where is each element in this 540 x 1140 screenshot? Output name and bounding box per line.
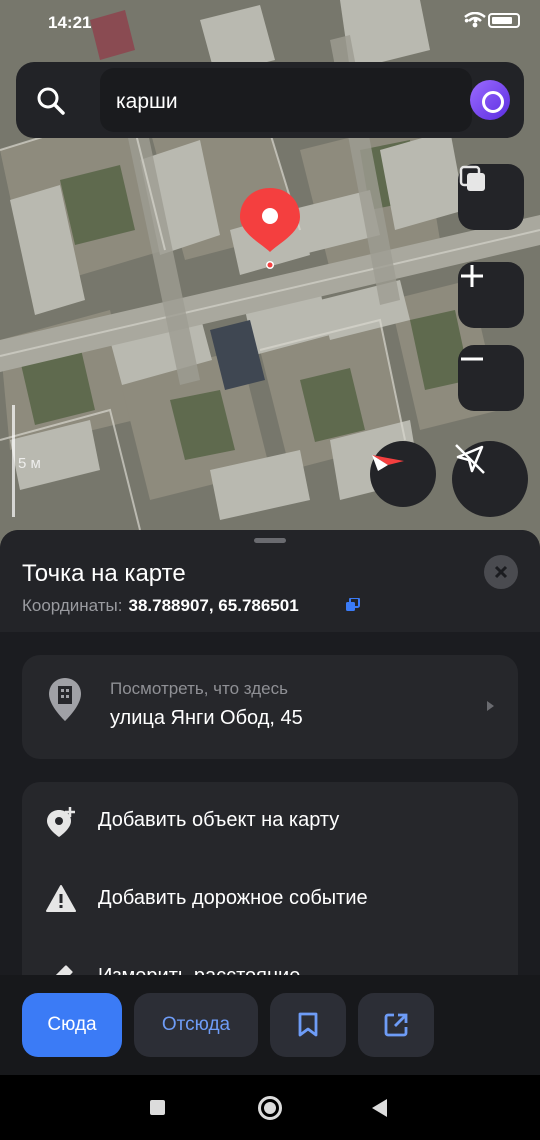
- coordinates-value[interactable]: 38.788907, 65.786501: [129, 596, 299, 615]
- plus-icon: [461, 265, 483, 287]
- bookmark-icon: [298, 1012, 318, 1037]
- location-disabled-icon: [455, 444, 485, 474]
- map-pin-icon: [240, 188, 300, 269]
- address-text: улица Янги Обод, 45: [110, 707, 303, 729]
- add-place-icon: [47, 807, 75, 837]
- status-bar: 14:21 • •: [0, 0, 540, 44]
- add-road-event-action[interactable]: Добавить дорожное событие: [22, 860, 518, 938]
- actions-card: Добавить объект на карту Добавить дорожн…: [22, 782, 518, 980]
- whats-here-card[interactable]: Посмотреть, что здесь улица Янги Обод, 4…: [22, 655, 518, 759]
- road-event-warning-icon: [46, 885, 76, 912]
- close-button[interactable]: [484, 555, 518, 589]
- wifi-icon: [464, 12, 487, 28]
- whats-here-label: Посмотреть, что здесь: [110, 679, 288, 698]
- compass-icon: [372, 455, 404, 471]
- system-nav-bar: [0, 1075, 540, 1140]
- action-label: Добавить дорожное событие: [98, 887, 368, 909]
- add-object-action[interactable]: Добавить объект на карту: [22, 782, 518, 860]
- route-here-button[interactable]: Сюда: [22, 993, 122, 1057]
- compass-button[interactable]: [370, 441, 436, 507]
- search-icon[interactable]: [36, 86, 66, 116]
- building-pin-icon: [49, 678, 81, 721]
- route-from-button[interactable]: Отсюда: [134, 993, 258, 1057]
- alice-assistant-icon[interactable]: [470, 80, 510, 120]
- home-button[interactable]: [258, 1096, 282, 1120]
- minus-icon: [461, 357, 483, 361]
- recent-apps-button[interactable]: [150, 1100, 165, 1115]
- share-icon: [384, 1013, 408, 1037]
- status-time: 14:21: [48, 13, 92, 32]
- measure-distance-action[interactable]: Измерить расстояние: [22, 938, 518, 980]
- status-icons: • •: [464, 12, 520, 28]
- copy-icon[interactable]: [346, 598, 360, 612]
- coordinates: Координаты: 38.788907, 65.786501: [22, 596, 299, 616]
- sheet-header: Точка на карте Координаты: 38.788907, 65.…: [0, 530, 540, 632]
- search-input[interactable]: карши: [100, 68, 472, 132]
- bottom-action-bar: Сюда Отсюда: [0, 975, 540, 1075]
- zoom-in-button[interactable]: [458, 262, 524, 328]
- search-bar[interactable]: карши: [16, 62, 524, 138]
- coordinates-label: Координаты:: [22, 596, 123, 615]
- bookmark-button[interactable]: [270, 993, 346, 1057]
- layers-icon: [459, 165, 485, 191]
- share-button[interactable]: [358, 993, 434, 1057]
- map-scale-bar: [12, 405, 15, 517]
- place-info-sheet: Точка на карте Координаты: 38.788907, 65.…: [0, 530, 540, 980]
- back-button[interactable]: [372, 1099, 387, 1117]
- location-off-button[interactable]: [452, 441, 528, 517]
- action-label: Добавить объект на карту: [98, 809, 340, 831]
- satellite-map[interactable]: 14:21 • • карши 5 м: [0, 0, 540, 560]
- battery-icon: [488, 12, 520, 28]
- chevron-right-icon: [487, 701, 494, 711]
- zoom-out-button[interactable]: [458, 345, 524, 411]
- sheet-title: Точка на карте: [22, 560, 186, 587]
- close-icon: [494, 565, 508, 579]
- map-scale-label: 5 м: [18, 455, 41, 472]
- drag-handle[interactable]: [254, 538, 286, 543]
- screen: 14:21 • • карши 5 м Точка на карте Коорд…: [0, 0, 540, 1140]
- layers-button[interactable]: [458, 164, 524, 230]
